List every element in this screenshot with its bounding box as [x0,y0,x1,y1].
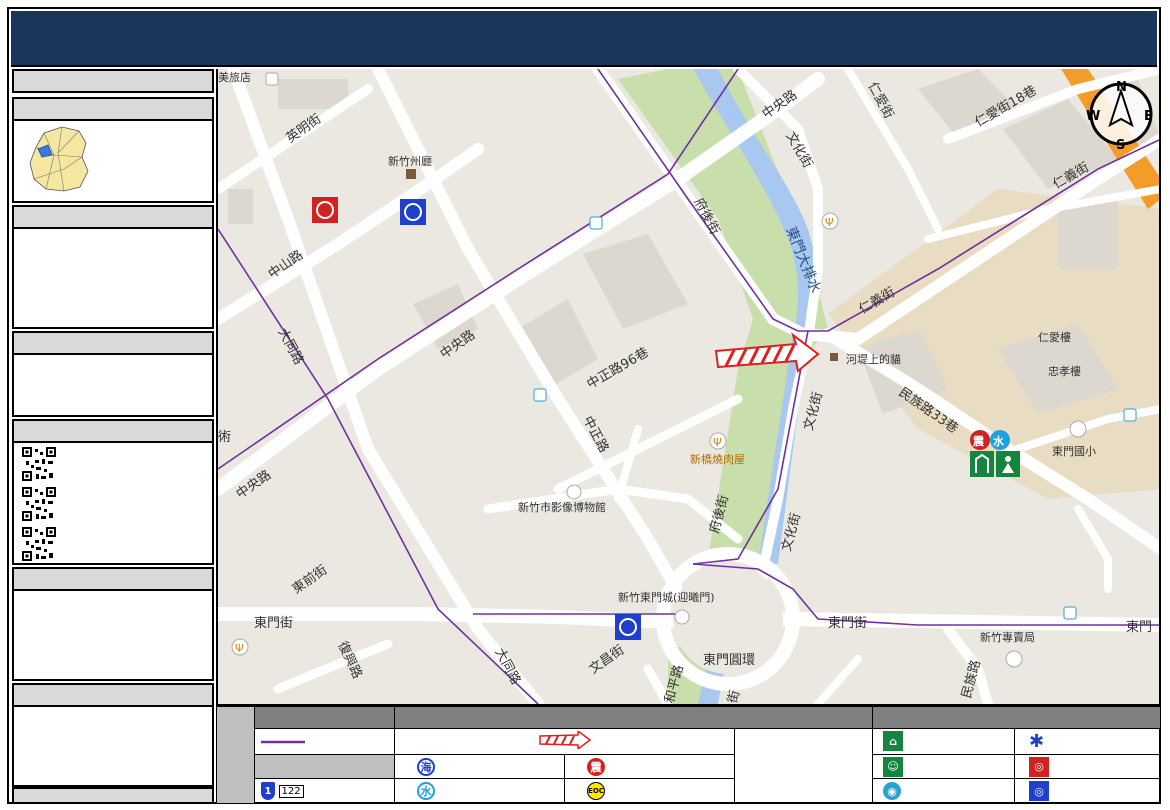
legend-police: ◎ [1014,778,1161,804]
legend-gray-cell [254,753,395,780]
legend-eoc: EOC [564,778,735,804]
poi-zhongxiao-bldg: 忠孝樓 [1048,364,1081,378]
star-of-life-icon: ✱ [1029,730,1045,752]
landmark-icon [406,169,416,179]
fork-glyph-1: Ψ [825,216,834,229]
legend-water: 水 [394,778,565,804]
locator-map-box [12,121,214,203]
sidebar-header-4 [12,331,214,355]
poi-tobacco: 新竹專賣局 [980,630,1035,644]
sidebar-box-3 [12,229,214,329]
gate-icon [674,609,690,625]
legend-disaster: ◉ [872,778,1015,804]
street-lane-left: 術 [218,430,231,445]
legend-quake: 震 [564,753,735,780]
legend-fire: ◎ [1014,753,1161,780]
poi-renai-bldg: 仁愛樓 [1038,330,1071,344]
svg-text:Ψ: Ψ [713,436,722,449]
legend-head-3 [872,706,1161,729]
sidebar-header-1 [12,69,214,93]
sea-icon: 海 [417,757,435,776]
poi-museum: 新竹市影像博物館 [518,500,606,514]
svg-text:震: 震 [972,435,985,448]
quake-icon: 震 [587,757,605,776]
legend-arrow [394,728,735,755]
police-station-icon: ◎ [1029,781,1049,802]
title-bar [11,11,1157,67]
svg-text:N: N [1116,80,1127,95]
legend-blank-cell [734,728,873,804]
legend-head-2 [394,706,873,729]
street-dongmen-w: 東門街 [254,615,293,631]
bus-stop-icon [589,216,603,230]
route-number: 122 [278,784,304,798]
route-shield-icon: 1 [261,782,275,801]
poi-bbq: 新橋燒肉屋 [690,452,745,466]
school-icon [1069,420,1087,438]
legend-route-line [254,728,395,755]
sidebar-box-7 [12,707,214,787]
locator-map [29,126,89,192]
legend-refuge: ☺ [872,753,1015,780]
street-dongmen-circle: 東門圓環 [703,652,755,668]
legend: ⌂ ✱ 海 震 ☺ ◎ 1 122 水 EOC ◉ ◎ [216,704,1161,804]
legend-sea: 海 [394,753,565,780]
sidebar [12,69,214,804]
street-dongmen-far: 東門 [1126,619,1152,635]
sidebar-header-7 [12,683,214,707]
legend-route-shield: 1 122 [254,778,395,804]
legend-evac: ⌂ [872,728,1015,755]
sidebar-header-2 [12,97,214,121]
svg-text:Ψ: Ψ [235,642,244,655]
sidebar-box-6 [12,591,214,681]
poi-hotel: 美旅店 [218,70,251,84]
svg-text:S: S [1116,138,1125,153]
sidebar-header-8 [12,787,214,804]
map-svg[interactable]: 中山路 大同路 大同路 中央路 中央路 中央路 中正路 中正路96巷 英明街 府… [218,69,1159,704]
svg-text:E: E [1144,109,1153,124]
qr-codes [22,447,56,561]
museum-icon [566,484,582,500]
globe-icon: ◉ [883,782,901,801]
sidebar-header-5 [12,419,214,443]
police-station-icon [400,199,426,225]
police-station-icon-2 [615,614,641,640]
poi-cat: 河堤上的貓 [846,352,901,366]
sidebar-header-6 [12,567,214,591]
fire-station-icon [312,197,338,223]
svg-text:W: W [1086,109,1100,124]
legend-side-cell [216,706,255,804]
sidebar-box-4 [12,355,214,417]
square-marker-icon [830,353,838,361]
eoc-icon: EOC [587,782,605,801]
refuge-icon: ☺ [883,756,903,777]
evacuation-shelter-icon: ⌂ [883,731,903,752]
poi-county-hall: 新竹州廳 [388,154,432,168]
water-icon: 水 [417,782,435,801]
poi-school: 東門國小 [1052,445,1096,458]
sidebar-header-3 [12,205,214,229]
fire-station-icon: ◎ [1029,756,1049,777]
svg-text:水: 水 [993,434,1005,448]
legend-ems: ✱ [1014,728,1161,755]
map-canvas[interactable]: 中山路 大同路 大同路 中央路 中央路 中央路 中正路 中正路96巷 英明街 府… [216,69,1159,704]
poi-gate: 新竹東門城(迎曦門) [618,590,715,604]
street-dongmen-e: 東門街 [828,615,867,631]
camera-icon [1005,650,1023,668]
qr-code-box [12,443,214,565]
legend-head-1 [254,706,395,729]
map-frame: 中山路 大同路 大同路 中央路 中央路 中央路 中正路 中正路96巷 英明街 府… [7,7,1161,804]
